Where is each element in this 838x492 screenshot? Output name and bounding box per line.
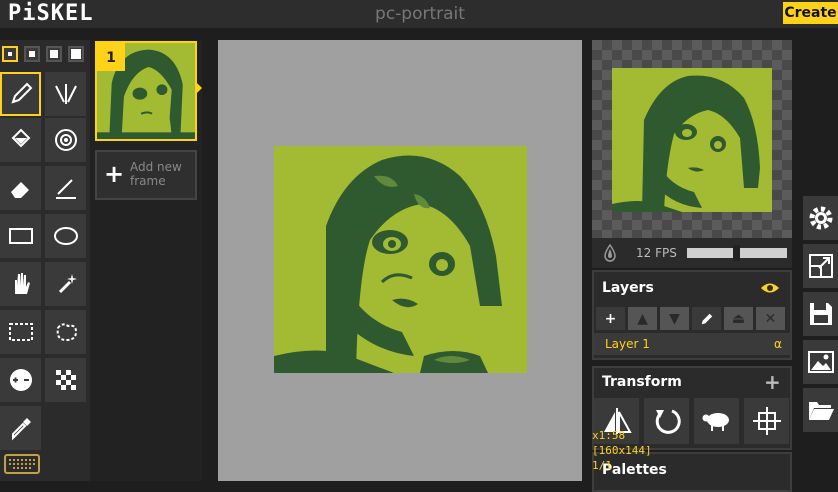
export-button[interactable] — [803, 340, 838, 384]
create-button[interactable]: Create — [783, 2, 838, 24]
cursor-position: x1:58 — [592, 429, 626, 442]
lighten-darken-icon — [9, 369, 32, 391]
move-tool[interactable] — [0, 262, 41, 306]
keyboard-icon — [4, 454, 40, 474]
dithering-tool[interactable] — [45, 358, 86, 402]
lasso-icon — [56, 323, 77, 342]
align-center-button[interactable] — [744, 398, 789, 444]
fps-slider-thumb[interactable] — [733, 245, 740, 261]
document-title: pc-portrait — [375, 4, 465, 24]
canvas-size: [160x144] — [592, 444, 652, 457]
onion-skin-toggle[interactable] — [599, 243, 621, 262]
plus-icon: + — [604, 310, 617, 327]
paint-all-same-color-tool[interactable] — [45, 118, 86, 162]
plus-icon: + — [104, 160, 125, 188]
hand-icon — [14, 273, 30, 294]
folder-open-icon — [808, 402, 834, 420]
eyedropper-icon — [11, 418, 31, 441]
toggle-layer-preview-button[interactable] — [760, 280, 780, 296]
magic-wand-icon — [58, 274, 77, 294]
preview-pixel-art — [612, 68, 772, 212]
arrow-down-icon: ▼ — [669, 310, 680, 327]
add-new-frame-label: Add new frame — [130, 160, 182, 188]
move-layer-up-button[interactable]: ▲ — [628, 307, 657, 330]
lighten-tool[interactable] — [0, 358, 41, 402]
add-layer-button[interactable]: + — [596, 307, 625, 330]
rename-layer-button[interactable] — [692, 307, 721, 330]
pen-size-3-option[interactable] — [46, 46, 62, 62]
rotate-icon — [655, 409, 681, 434]
pen-tool[interactable] — [0, 72, 41, 116]
merge-layer-button[interactable]: ⏏ — [724, 307, 753, 330]
delete-layer-button[interactable]: ✕ — [756, 307, 785, 330]
layers-title: Layers — [602, 280, 654, 296]
stroke-line-icon — [55, 179, 76, 199]
paint-bucket-icon — [11, 128, 30, 148]
eraser-icon — [10, 182, 29, 198]
arrow-up-icon: ▲ — [637, 310, 648, 327]
checker-icon — [55, 370, 76, 390]
vertical-mirror-pen-tool[interactable] — [45, 72, 86, 116]
target-bucket-icon — [54, 129, 77, 151]
layer-name: Layer 1 — [605, 337, 650, 351]
color-picker-tool[interactable] — [0, 406, 41, 450]
selected-frame-indicator — [196, 82, 202, 94]
settings-button[interactable] — [803, 196, 838, 240]
circle-icon — [53, 227, 78, 245]
expand-transform-icon[interactable]: + — [764, 372, 781, 392]
stroke-tool[interactable] — [45, 166, 86, 210]
keyboard-shortcuts-button[interactable] — [4, 454, 40, 474]
onion-icon — [604, 243, 616, 262]
pixel-art-portrait — [274, 146, 527, 373]
sheep-icon — [702, 413, 729, 431]
circle-tool[interactable] — [45, 214, 86, 258]
rectangle-tool[interactable] — [0, 214, 41, 258]
pen-size-1-option[interactable] — [2, 46, 18, 62]
image-icon — [807, 351, 834, 373]
cursor-info: x1:58 [160x144] 1/1 — [592, 428, 652, 473]
merge-icon: ⏏ — [731, 310, 746, 327]
pen-size-2-option[interactable] — [24, 46, 40, 62]
save-button[interactable] — [803, 292, 838, 336]
crosshair-icon — [752, 407, 781, 435]
move-layer-down-button[interactable]: ▼ — [660, 307, 689, 330]
import-button[interactable] — [803, 388, 838, 432]
dashed-rectangle-icon — [8, 323, 33, 341]
pencil-icon — [701, 313, 712, 324]
clone-button[interactable] — [694, 398, 739, 444]
lasso-selection-tool[interactable] — [45, 310, 86, 354]
shape-selection-tool[interactable] — [45, 262, 86, 306]
transform-title: Transform — [602, 374, 682, 390]
close-icon: ✕ — [764, 310, 777, 327]
mirror-pen-icon — [54, 84, 77, 104]
drawing-canvas[interactable] — [274, 146, 527, 373]
eye-icon — [761, 283, 779, 293]
pen-size-4-option[interactable] — [68, 46, 84, 62]
frame-number: 1 — [97, 43, 125, 71]
gear-icon — [809, 206, 832, 230]
rectangle-icon — [8, 228, 33, 244]
resize-button[interactable] — [803, 244, 838, 288]
rectangle-selection-tool[interactable] — [0, 310, 41, 354]
piskel-logo[interactable]: PiSKEL — [8, 1, 93, 27]
resize-icon — [808, 254, 833, 278]
zoom-level: 1/1 — [592, 459, 612, 472]
preview-image — [612, 68, 772, 212]
paint-bucket-tool[interactable] — [0, 118, 41, 162]
eraser-tool[interactable] — [0, 166, 41, 210]
pencil-icon — [10, 82, 32, 104]
layer-alpha-indicator[interactable]: α — [774, 336, 782, 352]
floppy-icon — [809, 303, 832, 325]
fps-label: 12 FPS — [636, 246, 677, 260]
